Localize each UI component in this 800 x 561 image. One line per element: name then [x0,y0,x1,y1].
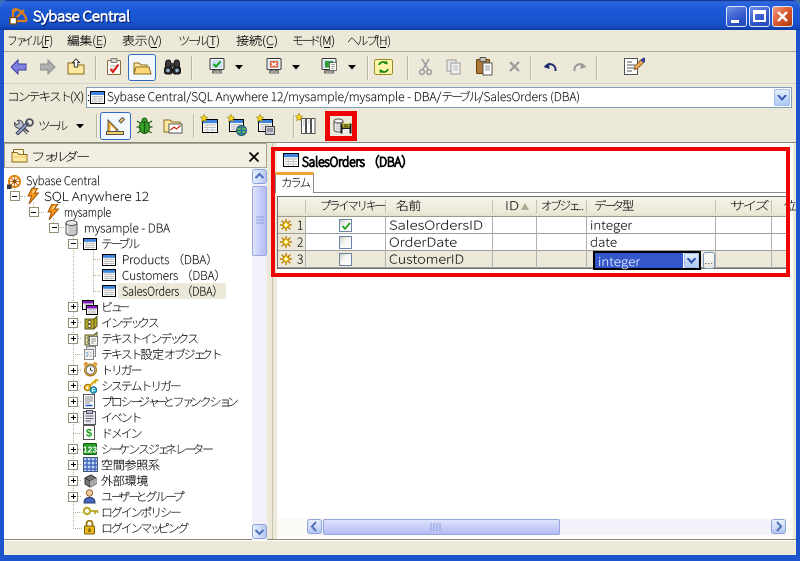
svg-text:$: $ [86,428,92,440]
svg-text:123: 123 [83,445,97,455]
